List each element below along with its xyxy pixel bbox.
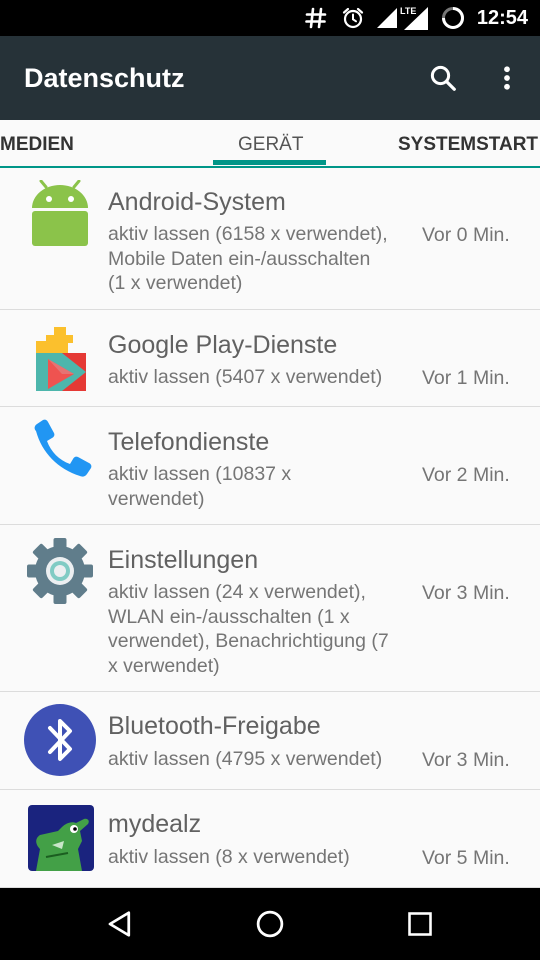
- detail-line: aktiv lassen (8 x verwendet): [108, 846, 350, 868]
- lte-label: LTE: [400, 6, 416, 16]
- last-used-time: Vor 2 Min.: [422, 464, 510, 486]
- page-title: Datenschutz: [24, 63, 185, 93]
- lte-signal-icon: LTE: [400, 0, 430, 36]
- app-bar: Datenschutz: [0, 36, 540, 120]
- status-bar: LTE 12:54: [0, 0, 540, 36]
- detail-line: aktiv lassen (10837 x: [108, 463, 292, 485]
- android-icon: [24, 179, 96, 252]
- detail-line: WLAN ein-/ausschalten (1 x: [108, 605, 350, 628]
- signal-icon: [374, 0, 400, 36]
- app-name: mydealz: [108, 810, 202, 838]
- home-icon[interactable]: [248, 902, 292, 946]
- phone-icon: [24, 417, 96, 489]
- status-time: 12:54: [476, 7, 528, 29]
- detail-line: aktiv lassen (4795 x verwendet): [108, 748, 383, 770]
- last-used-time: Vor 0 Min.: [422, 224, 510, 246]
- app-details: aktiv lassen (24 x verwendet), WLAN ein-…: [108, 580, 414, 678]
- google-play-services-icon: [24, 323, 96, 395]
- app-name: Telefondienste: [108, 428, 270, 456]
- list-item[interactable]: Telefondienste aktiv lassen (10837 x ver…: [0, 407, 540, 525]
- list-item[interactable]: Bluetooth-Freigabe aktiv lassen (4795 x …: [0, 692, 540, 790]
- mydealz-icon: [28, 805, 94, 871]
- detail-line: aktiv lassen (6158 x verwendet),: [108, 223, 388, 245]
- last-used-time: Vor 3 Min.: [422, 749, 510, 771]
- list-item[interactable]: mydealz aktiv lassen (8 x verwendet) Vor…: [0, 790, 540, 888]
- alarm-icon: [338, 0, 368, 36]
- app-details: aktiv lassen (4795 x verwendet): [108, 747, 414, 772]
- settings-gear-icon: [24, 535, 96, 607]
- app-details: aktiv lassen (10837 x verwendet): [108, 462, 414, 511]
- app-list: Android-System aktiv lassen (6158 x verw…: [0, 168, 540, 888]
- navigation-bar: [0, 888, 540, 960]
- app-name: Google Play-Dienste: [108, 331, 338, 359]
- search-icon[interactable]: [421, 56, 465, 100]
- detail-line: (1 x verwendet): [108, 272, 243, 294]
- detail-line: aktiv lassen (24 x verwendet),: [108, 581, 366, 603]
- app-details: aktiv lassen (8 x verwendet): [108, 845, 414, 870]
- list-item[interactable]: Android-System aktiv lassen (6158 x verw…: [0, 168, 540, 310]
- app-name: Einstellungen: [108, 546, 259, 574]
- loading-icon: [438, 0, 468, 36]
- recents-icon[interactable]: [398, 902, 442, 946]
- tab-indicator: [213, 160, 326, 165]
- detail-line: verwendet), Benachrichtigung (7: [108, 630, 389, 652]
- detail-line: aktiv lassen (5407 x verwendet): [108, 366, 383, 388]
- list-item[interactable]: Google Play-Dienste aktiv lassen (5407 x…: [0, 310, 540, 407]
- back-icon[interactable]: [98, 902, 142, 946]
- last-used-time: Vor 3 Min.: [422, 582, 510, 604]
- detail-line: x verwendet): [108, 654, 220, 677]
- app-name: Bluetooth-Freigabe: [108, 712, 321, 740]
- tab-systemstart[interactable]: SYSTEMSTART: [398, 120, 538, 168]
- app-details: aktiv lassen (5407 x verwendet): [108, 365, 414, 390]
- detail-line: Mobile Daten ein-/ausschalten: [108, 247, 371, 270]
- hash-icon: [300, 0, 332, 36]
- detail-line: verwendet): [108, 487, 205, 510]
- app-name: Android-System: [108, 188, 286, 216]
- tab-medien[interactable]: MEDIEN: [0, 120, 74, 168]
- last-used-time: Vor 5 Min.: [422, 847, 510, 869]
- last-used-time: Vor 1 Min.: [422, 367, 510, 389]
- bluetooth-icon: [24, 704, 96, 776]
- more-vert-icon[interactable]: [485, 56, 529, 100]
- list-item[interactable]: Einstellungen aktiv lassen (24 x verwend…: [0, 525, 540, 692]
- app-details: aktiv lassen (6158 x verwendet), Mobile …: [108, 222, 414, 296]
